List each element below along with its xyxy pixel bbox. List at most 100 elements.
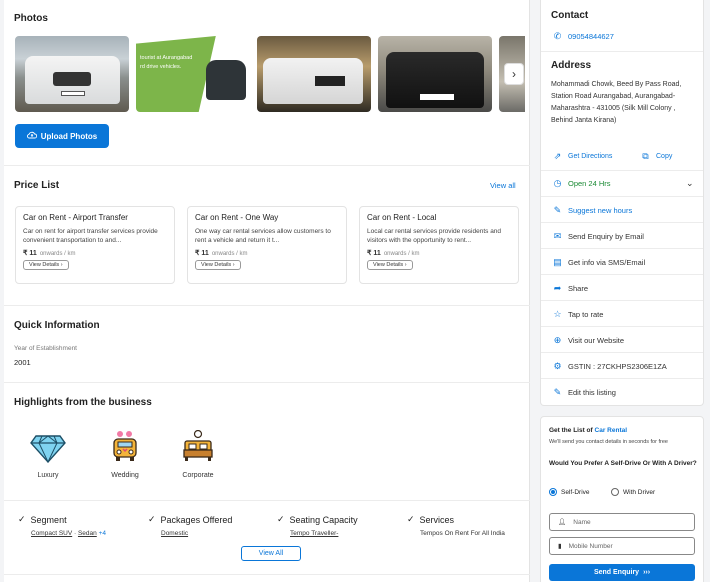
price-card[interactable]: Car on Rent - Airport Transfer Car on re… xyxy=(15,206,175,284)
feature-value: Tempos On Rent For All India xyxy=(420,530,505,537)
view-details-button[interactable]: View Details › xyxy=(23,260,69,270)
feature-value-link[interactable]: Compact SUV xyxy=(31,530,72,537)
enquiry-heading: Get the List of Car Rental xyxy=(549,427,627,434)
feature-more-link[interactable]: +4 xyxy=(99,530,106,537)
sms-link[interactable]: ▤ Get info via SMS/Email xyxy=(553,257,645,268)
edit-listing-label: Edit this listing xyxy=(568,388,616,397)
phone-link[interactable]: ✆ 09054844627 xyxy=(553,31,614,42)
feature-value-link[interactable]: Domestic xyxy=(161,530,188,537)
get-directions-link[interactable]: ⇗ Get Directions xyxy=(553,152,613,161)
establishment-value: 2001 xyxy=(14,358,31,367)
view-details-button[interactable]: View Details › xyxy=(367,260,413,270)
check-icon: ✓ xyxy=(148,514,156,524)
feature-title: Segment xyxy=(30,514,67,525)
divider xyxy=(541,51,703,52)
highlights-title: Highlights from the business xyxy=(14,397,152,408)
name-placeholder: Name xyxy=(573,518,591,526)
send-email-link[interactable]: ✉ Send Enquiry by Email xyxy=(553,232,644,242)
feature-value-link[interactable]: Tempo Traveller- xyxy=(290,530,338,537)
suggest-hours-label: Suggest new hours xyxy=(568,206,633,215)
feature-segment: ✓ Segment Compact SUV · Sedan +4 xyxy=(18,514,106,537)
price-card-desc: Car on rent for airport transfer service… xyxy=(23,228,158,244)
chevron-right-icon: › xyxy=(512,67,516,81)
enquiry-heading-link: Car Rental xyxy=(594,427,628,434)
price-list-view-all-link[interactable]: View all xyxy=(490,181,516,190)
price-card-title: Car on Rent - Airport Transfer xyxy=(23,213,128,222)
gstin-icon: ⚙ xyxy=(553,361,562,371)
check-icon: ✓ xyxy=(18,514,26,524)
share-link[interactable]: ➦ Share xyxy=(553,284,589,294)
mobile-icon: ▮ xyxy=(558,543,562,550)
price-unit: onwards / km xyxy=(39,251,76,257)
hours-label: Open 24 Hrs xyxy=(568,179,611,188)
check-icon: ✓ xyxy=(277,514,285,524)
price-value: ₹ 11 xyxy=(195,250,209,257)
phone-number: 09054844627 xyxy=(568,32,614,41)
copy-icon: ⧉ xyxy=(642,151,649,161)
gstin-row: ⚙ GSTIN : 27CKHPS2306E1ZA xyxy=(553,361,666,372)
clock-icon: ◷ xyxy=(553,178,562,188)
photo-overlay-line2: rd drive vehicles. xyxy=(140,64,182,70)
photo-2[interactable]: tourist at Aurangabad rd drive vehicles. xyxy=(136,36,250,112)
price-card-title: Car on Rent - One Way xyxy=(195,213,279,222)
user-icon: 👤︎ xyxy=(558,519,567,526)
quick-info-title: Quick Information xyxy=(14,320,100,331)
price-unit: onwards / km xyxy=(211,251,248,257)
upload-photos-button[interactable]: Upload Photos xyxy=(15,124,109,148)
feature-title: Seating Capacity xyxy=(289,514,358,525)
highlight-label: Corporate xyxy=(182,472,214,479)
tap-to-rate-link[interactable]: ☆ Tap to rate xyxy=(553,309,604,320)
price-card[interactable]: Car on Rent - One Way One way car rental… xyxy=(187,206,347,284)
highlight-luxury: Luxury xyxy=(18,430,78,479)
enquiry-form: Get the List of Car Rental We'll send yo… xyxy=(540,416,704,582)
photo-1[interactable] xyxy=(15,36,129,112)
view-details-button[interactable]: View Details › xyxy=(195,260,241,270)
divider xyxy=(541,274,703,275)
arrows-icon: ››› xyxy=(643,569,651,576)
phone-icon: ✆ xyxy=(553,31,562,41)
address-text: Mohammadi Chowk, Beed By Pass Road, Stat… xyxy=(551,81,682,124)
feature-title: Services xyxy=(419,514,455,525)
star-icon: ☆ xyxy=(553,309,562,319)
chevron-down-icon[interactable]: ⌄ xyxy=(686,178,694,189)
check-icon: ✓ xyxy=(407,514,415,524)
enquiry-heading-prefix: Get the List of xyxy=(549,427,593,434)
mobile-field[interactable]: ▮ Mobile Number xyxy=(549,537,695,555)
website-link[interactable]: ⊕ Visit our Website xyxy=(553,335,624,346)
edit-listing-link[interactable]: ✎ Edit this listing xyxy=(553,388,616,398)
features-view-all-button[interactable]: View All xyxy=(241,546,301,561)
share-label: Share xyxy=(568,284,589,293)
divider xyxy=(4,500,530,501)
divider xyxy=(4,382,530,383)
feature-title: Packages Offered xyxy=(160,514,233,525)
photo-3[interactable] xyxy=(257,36,371,112)
photo-overlay-line1: tourist at Aurangabad xyxy=(140,55,193,61)
highlight-corporate: Corporate xyxy=(168,429,228,479)
price-card-title: Car on Rent - Local xyxy=(367,213,437,222)
send-enquiry-button[interactable]: Send Enquiry ››› xyxy=(549,564,695,581)
upload-photos-label: Upload Photos xyxy=(40,131,98,141)
contact-sidebar: Contact ✆ 09054844627 Address Mohammadi … xyxy=(540,0,704,406)
feature-value-link[interactable]: Sedan xyxy=(78,530,97,537)
price-card[interactable]: Car on Rent - Local Local car rental ser… xyxy=(359,206,519,284)
photo-4[interactable] xyxy=(378,36,492,112)
next-photo-button[interactable]: › xyxy=(504,63,524,85)
view-details-label: View Details xyxy=(29,262,60,268)
radio-self-drive[interactable]: Self-Drive xyxy=(549,488,590,496)
copy-link[interactable]: ⧉ Copy xyxy=(641,152,672,161)
suggest-hours-link[interactable]: ✎ Suggest new hours xyxy=(553,206,633,216)
sms-icon: ▤ xyxy=(553,257,562,267)
price-list-title: Price List xyxy=(14,180,60,191)
divider xyxy=(541,378,703,379)
globe-icon: ⊕ xyxy=(553,335,562,345)
corporate-bed-icon xyxy=(181,429,215,466)
price-value: ₹ 11 xyxy=(367,250,381,257)
highlight-label: Wedding xyxy=(111,472,139,479)
name-field[interactable]: 👤︎ Name xyxy=(549,513,695,531)
diamond-icon xyxy=(30,435,66,466)
radio-with-driver-label: With Driver xyxy=(623,488,656,496)
tap-to-rate-label: Tap to rate xyxy=(568,310,604,319)
radio-with-driver[interactable]: With Driver xyxy=(611,488,655,496)
view-details-label: View Details xyxy=(373,262,404,268)
hours-dropdown[interactable]: ◷ Open 24 Hrs xyxy=(553,178,611,189)
